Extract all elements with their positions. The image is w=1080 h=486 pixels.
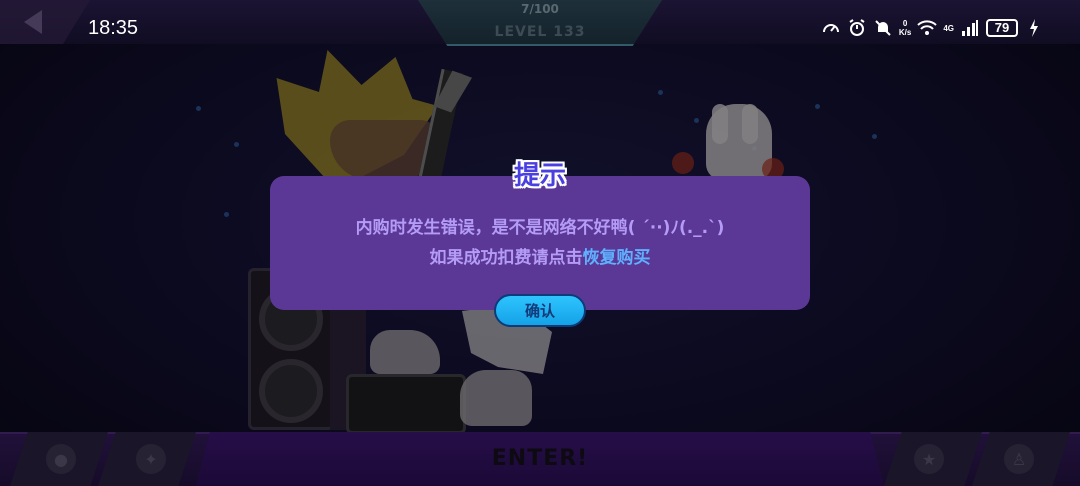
wifi-icon — [917, 18, 938, 38]
mute-icon — [873, 18, 893, 38]
dialog-message-prefix: 如果成功扣费请点击 — [429, 248, 583, 268]
dialog-message-restore: 如果成功扣费请点击恢复购买 — [280, 243, 800, 268]
restore-purchase-link[interactable]: 恢复购买 — [583, 248, 651, 268]
network-speed-value: 0 — [902, 19, 908, 28]
dialog-message: 内购时发生错误，是不是网络不好鸭( ´··)ﾉ(._.`) — [355, 218, 725, 238]
alarm-icon — [847, 18, 867, 38]
network-speed-unit: K/s — [898, 28, 912, 37]
status-time: 18:35 — [88, 17, 139, 39]
battery-icon: 79 — [986, 19, 1018, 37]
dialog-title: 提示 — [513, 161, 566, 191]
signal-icon — [960, 18, 980, 38]
network-speed: 0 K/s — [899, 19, 911, 37]
charging-icon — [1024, 18, 1044, 38]
signal-type: 4G — [943, 23, 954, 33]
status-icons: 0 K/s 4G 79 — [821, 15, 1044, 41]
confirm-button[interactable]: 确认 — [494, 294, 586, 327]
speedometer-icon — [821, 18, 841, 38]
